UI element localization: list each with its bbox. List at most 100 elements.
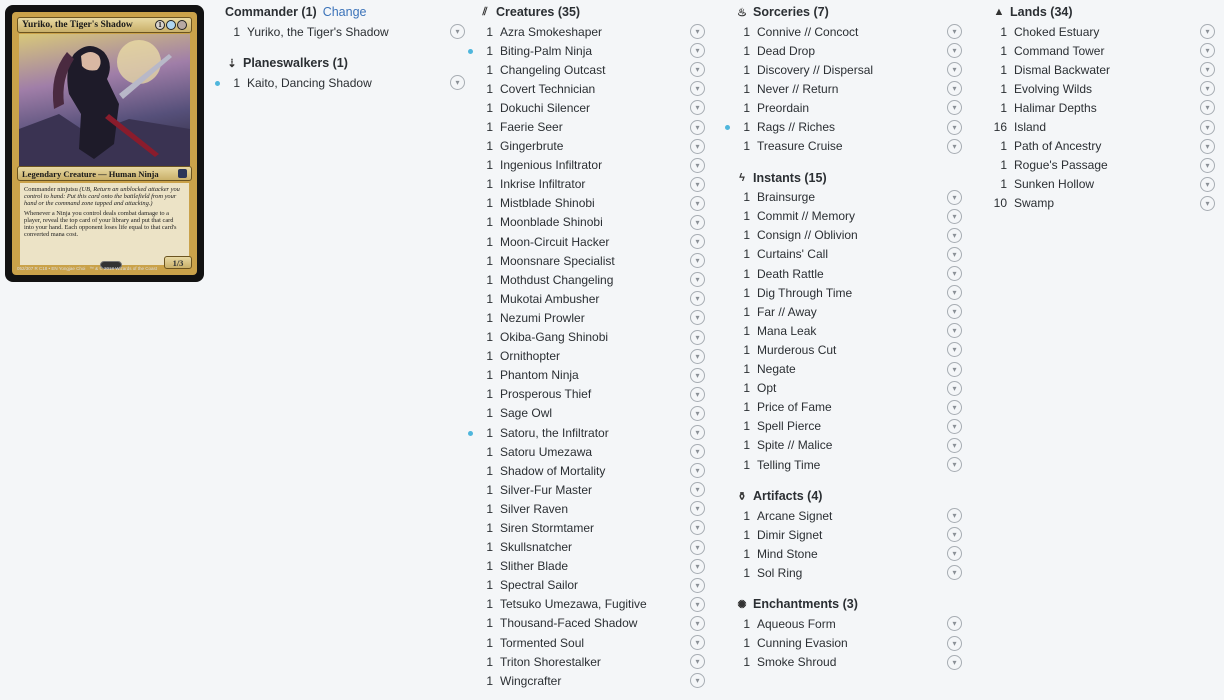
- card-name-link[interactable]: Far // Away: [757, 305, 947, 319]
- card-name-link[interactable]: Kaito, Dancing Shadow: [247, 76, 450, 90]
- card-name-link[interactable]: Sage Owl: [500, 406, 690, 420]
- chevron-down-icon[interactable]: ▾: [690, 635, 705, 651]
- card-name-link[interactable]: Consign // Oblivion: [757, 228, 947, 242]
- card-row[interactable]: 1 Dismal Backwater ▾: [992, 60, 1220, 79]
- chevron-down-icon[interactable]: ▾: [690, 615, 705, 631]
- card-name-link[interactable]: Tetsuko Umezawa, Fugitive: [500, 597, 690, 611]
- card-row[interactable]: 1 Arcane Signet ▾: [735, 506, 967, 525]
- card-name-link[interactable]: Slither Blade: [500, 559, 690, 573]
- card-row[interactable]: 1 Silver Raven ▾: [478, 499, 710, 518]
- chevron-down-icon[interactable]: ▾: [947, 62, 962, 78]
- card-name-link[interactable]: Rogue's Passage: [1014, 158, 1200, 172]
- card-name-link[interactable]: Negate: [757, 362, 947, 376]
- chevron-down-icon[interactable]: ▾: [947, 437, 962, 453]
- chevron-down-icon[interactable]: ▾: [947, 208, 962, 224]
- card-name-link[interactable]: Satoru Umezawa: [500, 445, 690, 459]
- card-row[interactable]: 1 Skullsnatcher ▾: [478, 538, 710, 557]
- card-row[interactable]: 1 Death Rattle ▾: [735, 264, 967, 283]
- card-row[interactable]: 1 Commit // Memory ▾: [735, 207, 967, 226]
- chevron-down-icon[interactable]: ▾: [690, 43, 705, 59]
- card-name-link[interactable]: Mothdust Changeling: [500, 273, 690, 287]
- card-name-link[interactable]: Mukotai Ambusher: [500, 292, 690, 306]
- chevron-down-icon[interactable]: ▾: [947, 654, 962, 670]
- card-row[interactable]: 1 Moonsnare Specialist ▾: [478, 251, 710, 270]
- card-row[interactable]: 1 Discovery // Dispersal ▾: [735, 60, 967, 79]
- card-row[interactable]: 1 Rogue's Passage ▾: [992, 156, 1220, 175]
- card-name-link[interactable]: Connive // Concoct: [757, 25, 947, 39]
- chevron-down-icon[interactable]: ▾: [947, 24, 962, 40]
- card-name-link[interactable]: Island: [1014, 120, 1200, 134]
- card-name-link[interactable]: Biting-Palm Ninja: [500, 44, 690, 58]
- chevron-down-icon[interactable]: ▾: [947, 527, 962, 543]
- card-name-link[interactable]: Sol Ring: [757, 566, 947, 580]
- card-name-link[interactable]: Choked Estuary: [1014, 25, 1200, 39]
- chevron-down-icon[interactable]: ▾: [690, 405, 705, 421]
- card-row[interactable]: 1 Tetsuko Umezawa, Fugitive ▾: [478, 595, 710, 614]
- card-name-link[interactable]: Telling Time: [757, 458, 947, 472]
- card-row[interactable]: 1 Mistblade Shinobi ▾: [478, 194, 710, 213]
- card-row[interactable]: 1 Mothdust Changeling ▾: [478, 270, 710, 289]
- chevron-down-icon[interactable]: ▾: [690, 444, 705, 460]
- card-name-link[interactable]: Evolving Wilds: [1014, 82, 1200, 96]
- card-name-link[interactable]: Aqueous Form: [757, 617, 947, 631]
- card-row[interactable]: 1 Wingcrafter ▾: [478, 671, 710, 690]
- card-row[interactable]: 16 Island ▾: [992, 117, 1220, 136]
- card-row[interactable]: 1 Connive // Concoct ▾: [735, 22, 967, 41]
- chevron-down-icon[interactable]: ▾: [690, 291, 705, 307]
- card-row[interactable]: 1 Curtains' Call ▾: [735, 245, 967, 264]
- card-row[interactable]: 1 Treasure Cruise ▾: [735, 137, 967, 156]
- card-name-link[interactable]: Spell Pierce: [757, 419, 947, 433]
- chevron-down-icon[interactable]: ▾: [947, 508, 962, 524]
- card-row[interactable]: 1 Changeling Outcast ▾: [478, 60, 710, 79]
- chevron-down-icon[interactable]: ▾: [947, 457, 962, 473]
- card-name-link[interactable]: Dead Drop: [757, 44, 947, 58]
- chevron-down-icon[interactable]: ▾: [690, 596, 705, 612]
- card-name-link[interactable]: Inkrise Infiltrator: [500, 177, 690, 191]
- card-name-link[interactable]: Spectral Sailor: [500, 578, 690, 592]
- chevron-down-icon[interactable]: ▾: [947, 546, 962, 562]
- card-row[interactable]: 1 Thousand-Faced Shadow ▾: [478, 614, 710, 633]
- card-row[interactable]: 1 Rags // Riches ▾: [725, 117, 967, 136]
- chevron-down-icon[interactable]: ▾: [690, 234, 705, 250]
- card-row[interactable]: 1 Faerie Seer ▾: [478, 117, 710, 136]
- card-name-link[interactable]: Mind Stone: [757, 547, 947, 561]
- card-row[interactable]: 1 Azra Smokeshaper ▾: [478, 22, 710, 41]
- card-name-link[interactable]: Gingerbrute: [500, 139, 690, 153]
- card-row[interactable]: 1 Aqueous Form ▾: [735, 614, 967, 633]
- chevron-down-icon[interactable]: ▾: [690, 463, 705, 479]
- chevron-down-icon[interactable]: ▾: [690, 501, 705, 517]
- card-name-link[interactable]: Moonsnare Specialist: [500, 254, 690, 268]
- card-name-link[interactable]: Silver-Fur Master: [500, 483, 690, 497]
- card-name-link[interactable]: Preordain: [757, 101, 947, 115]
- card-row[interactable]: 1 Telling Time ▾: [735, 455, 967, 474]
- card-name-link[interactable]: Sunken Hollow: [1014, 177, 1200, 191]
- card-row[interactable]: 1 Negate ▾: [735, 360, 967, 379]
- chevron-down-icon[interactable]: ▾: [947, 565, 962, 581]
- card-name-link[interactable]: Tormented Soul: [500, 636, 690, 650]
- card-name-link[interactable]: Moon-Circuit Hacker: [500, 235, 690, 249]
- card-row[interactable]: 1 Phantom Ninja ▾: [478, 366, 710, 385]
- card-name-link[interactable]: Phantom Ninja: [500, 368, 690, 382]
- card-row[interactable]: 1 Okiba-Gang Shinobi ▾: [478, 328, 710, 347]
- chevron-down-icon[interactable]: ▾: [1200, 100, 1215, 116]
- card-name-link[interactable]: Discovery // Dispersal: [757, 63, 947, 77]
- chevron-down-icon[interactable]: ▾: [690, 24, 705, 40]
- chevron-down-icon[interactable]: ▾: [947, 119, 962, 135]
- card-name-link[interactable]: Opt: [757, 381, 947, 395]
- card-row[interactable]: 1 Mukotai Ambusher ▾: [478, 289, 710, 308]
- card-name-link[interactable]: Dig Through Time: [757, 286, 947, 300]
- card-row[interactable]: 1 Dokuchi Silencer ▾: [478, 98, 710, 117]
- chevron-down-icon[interactable]: ▾: [690, 214, 705, 230]
- card-row[interactable]: 1 Kaito, Dancing Shadow ▾: [215, 73, 470, 92]
- card-name-link[interactable]: Skullsnatcher: [500, 540, 690, 554]
- card-row[interactable]: 1 Far // Away ▾: [735, 302, 967, 321]
- chevron-down-icon[interactable]: ▾: [690, 577, 705, 593]
- card-name-link[interactable]: Dokuchi Silencer: [500, 101, 690, 115]
- chevron-down-icon[interactable]: ▾: [1200, 24, 1215, 40]
- card-row[interactable]: 1 Dead Drop ▾: [735, 41, 967, 60]
- chevron-down-icon[interactable]: ▾: [690, 62, 705, 78]
- chevron-down-icon[interactable]: ▾: [947, 635, 962, 651]
- chevron-down-icon[interactable]: ▾: [947, 616, 962, 632]
- card-row[interactable]: 1 Covert Technician ▾: [478, 79, 710, 98]
- chevron-down-icon[interactable]: ▾: [947, 285, 962, 301]
